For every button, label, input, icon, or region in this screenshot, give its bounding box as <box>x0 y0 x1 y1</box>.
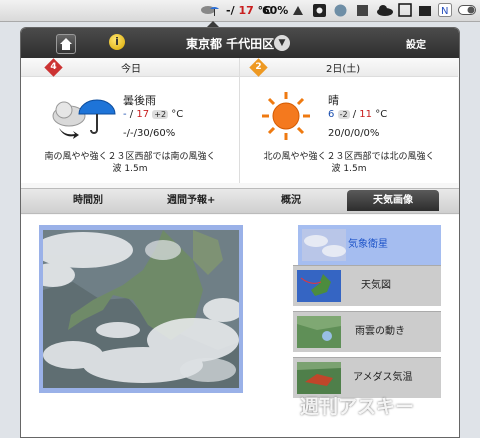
tab-weekly[interactable]: 週間予報+ <box>167 189 215 213</box>
today-temp-low: - <box>123 109 127 120</box>
cloud-rain-icon <box>52 99 116 139</box>
today-rain-chance: -/-/30/60% <box>123 128 176 139</box>
tomorrow-temp-sep: / <box>352 109 357 120</box>
menubar-app-icon-2[interactable] <box>312 3 327 18</box>
today-header: 4 今日 <box>21 58 239 77</box>
toggle-icon[interactable] <box>458 5 476 15</box>
info-icon[interactable]: i <box>109 34 125 50</box>
today-label: 今日 <box>121 64 141 75</box>
today-temp-delta: +2 <box>152 110 169 119</box>
tomorrow-rain-chance: 20/0/0/0% <box>328 128 380 139</box>
satellite-image[interactable] <box>43 230 239 388</box>
today-forecast: 4 今日 曇後雨 - / 17 +2 °C -/-/30/60% 南の風やや強く… <box>21 58 240 183</box>
today-temp-high: 17 <box>136 109 150 120</box>
image-type-label: 雨雲の動き <box>355 326 405 337</box>
home-button[interactable] <box>56 34 76 54</box>
tab-hourly[interactable]: 時間別 <box>73 189 103 213</box>
tomorrow-wind-text: 北の風やや強く２３区西部では北の風強く <box>263 152 435 162</box>
image-type-weather-map[interactable]: 天気図 <box>293 265 441 306</box>
tomorrow-label: 2日(土) <box>326 64 361 75</box>
tomorrow-header: 2 2日(土) <box>240 58 458 77</box>
tomorrow-wind: 北の風やや強く２３区西部では北の風強く 波 1.5m <box>240 151 458 175</box>
n-icon[interactable]: N <box>438 3 452 17</box>
settings-button[interactable]: 設定 <box>406 36 426 51</box>
today-temp-sep: / <box>129 109 134 120</box>
menubar-app-icon-4[interactable] <box>355 3 370 18</box>
tomorrow-temp-unit: °C <box>375 109 388 120</box>
today-condition: 曇後雨 <box>123 94 156 107</box>
window-icon[interactable] <box>398 3 412 17</box>
satellite-thumbnail <box>302 229 346 261</box>
tomorrow-temp-high: 11 <box>359 109 373 120</box>
satellite-image-frame <box>39 225 243 393</box>
tab-weather-images[interactable]: 天気画像 <box>347 190 439 211</box>
tomorrow-temp-low-delta: -2 <box>337 110 350 119</box>
svg-text:N: N <box>441 6 448 17</box>
today-wave-text: 波 1.5m <box>112 164 148 174</box>
tomorrow-rank-badge: 2 <box>249 58 268 77</box>
weather-menubar-icon[interactable] <box>200 3 220 18</box>
home-icon <box>60 38 72 50</box>
cloud-icon[interactable] <box>376 4 394 17</box>
weather-map-thumbnail <box>297 270 341 302</box>
today-temperatures: - / 17 +2 °C <box>123 109 183 120</box>
menubar-app-icon-3[interactable] <box>333 3 348 18</box>
menu-bar: -/ 17 °C 60% N <box>0 0 480 22</box>
today-rank-badge: 4 <box>44 58 63 77</box>
location-dropdown-icon[interactable]: ▼ <box>274 35 290 51</box>
location-label[interactable]: 東京都 千代田区 <box>186 35 274 52</box>
sun-icon <box>262 92 310 140</box>
today-wind: 南の風やや強く２３区西部では南の風強く 波 1.5m <box>21 151 239 175</box>
image-type-satellite[interactable]: 気象衛星 <box>298 225 441 265</box>
today-temp-unit: °C <box>171 109 184 120</box>
menubar-temp-high: 17 <box>238 4 254 17</box>
window-stack-icon[interactable] <box>418 3 432 17</box>
panel-titlebar: i 東京都 千代田区 ▼ 設定 <box>21 28 459 58</box>
tomorrow-condition: 晴 <box>328 94 339 107</box>
watermark: 週刊アスキー <box>300 396 415 418</box>
rain-cloud-thumbnail <box>297 316 341 348</box>
menubar-app-icon-1[interactable] <box>290 3 306 18</box>
tomorrow-temperatures: 6 -2 / 11 °C <box>328 109 387 120</box>
image-type-rain-clouds[interactable]: 雨雲の動き <box>293 311 441 352</box>
amedas-thumbnail <box>297 362 341 394</box>
tomorrow-wave-text: 波 1.5m <box>331 164 367 174</box>
tab-bar: 時間別 週間予報+ 概況 天気画像 <box>21 188 459 214</box>
tomorrow-forecast: 2 2日(土) 晴 6 -2 / 11 °C 20/0/0/0% 北の風やや強く… <box>240 58 458 183</box>
weather-panel: i 東京都 千代田区 ▼ 設定 4 今日 曇後雨 - / 17 +2 °C -/… <box>20 27 460 438</box>
today-wind-text: 南の風やや強く２３区西部では南の風強く <box>44 152 216 162</box>
tab-overview[interactable]: 概況 <box>281 189 301 213</box>
image-type-label: 気象衛星 <box>348 239 388 250</box>
image-type-label: 天気図 <box>361 280 391 291</box>
menubar-temp-sep: -/ <box>226 4 235 17</box>
tomorrow-temp-low: 6 <box>328 109 335 120</box>
menubar-battery-percent[interactable]: 60% <box>262 2 288 19</box>
